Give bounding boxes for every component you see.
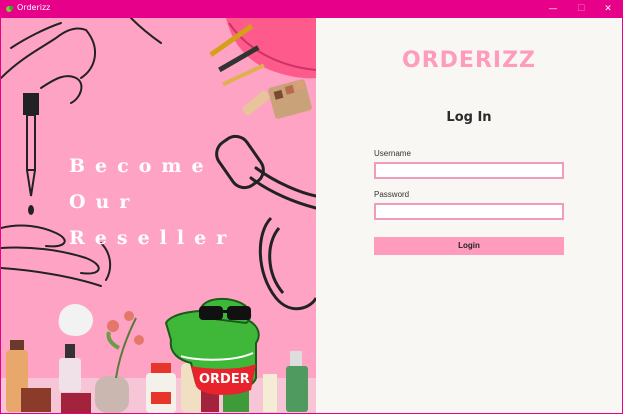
dropper-icon (23, 93, 39, 215)
username-label: Username (374, 149, 411, 158)
brand-logo: ORDERIZZ (402, 48, 536, 73)
window-title: Orderizz (17, 3, 51, 12)
password-input[interactable] (374, 203, 564, 220)
login-heading: Log In (446, 110, 492, 125)
makeup-bag-drawing (209, 18, 316, 119)
hand-mirror-drawing (258, 216, 316, 311)
app-window: Orderizz — ☐ ✕ ORDER Become Our Reseller… (0, 0, 623, 414)
login-button[interactable]: Login (374, 237, 564, 255)
headline-line-3: Reseller (69, 227, 237, 249)
hero-headline: Become Our Reseller (69, 148, 236, 256)
headline-line-2: Our (69, 191, 140, 213)
cosmetics-products-drawing (1, 303, 316, 413)
hero-panel: ORDER Become Our Reseller (1, 18, 316, 413)
dropper-hand-drawing (1, 18, 162, 104)
login-panel: ORDERIZZ Log In Username Password Login (316, 18, 622, 413)
headline-line-1: Become (69, 155, 214, 177)
username-input[interactable] (374, 162, 564, 179)
title-bar[interactable]: Orderizz — ☐ ✕ (0, 0, 623, 18)
close-button[interactable]: ✕ (595, 0, 621, 18)
password-label: Password (374, 190, 410, 199)
order-badge-text: ORDER (199, 372, 250, 387)
minimize-button[interactable]: — (540, 0, 566, 18)
app-icon (6, 6, 14, 12)
maximize-button[interactable]: ☐ (568, 0, 594, 18)
